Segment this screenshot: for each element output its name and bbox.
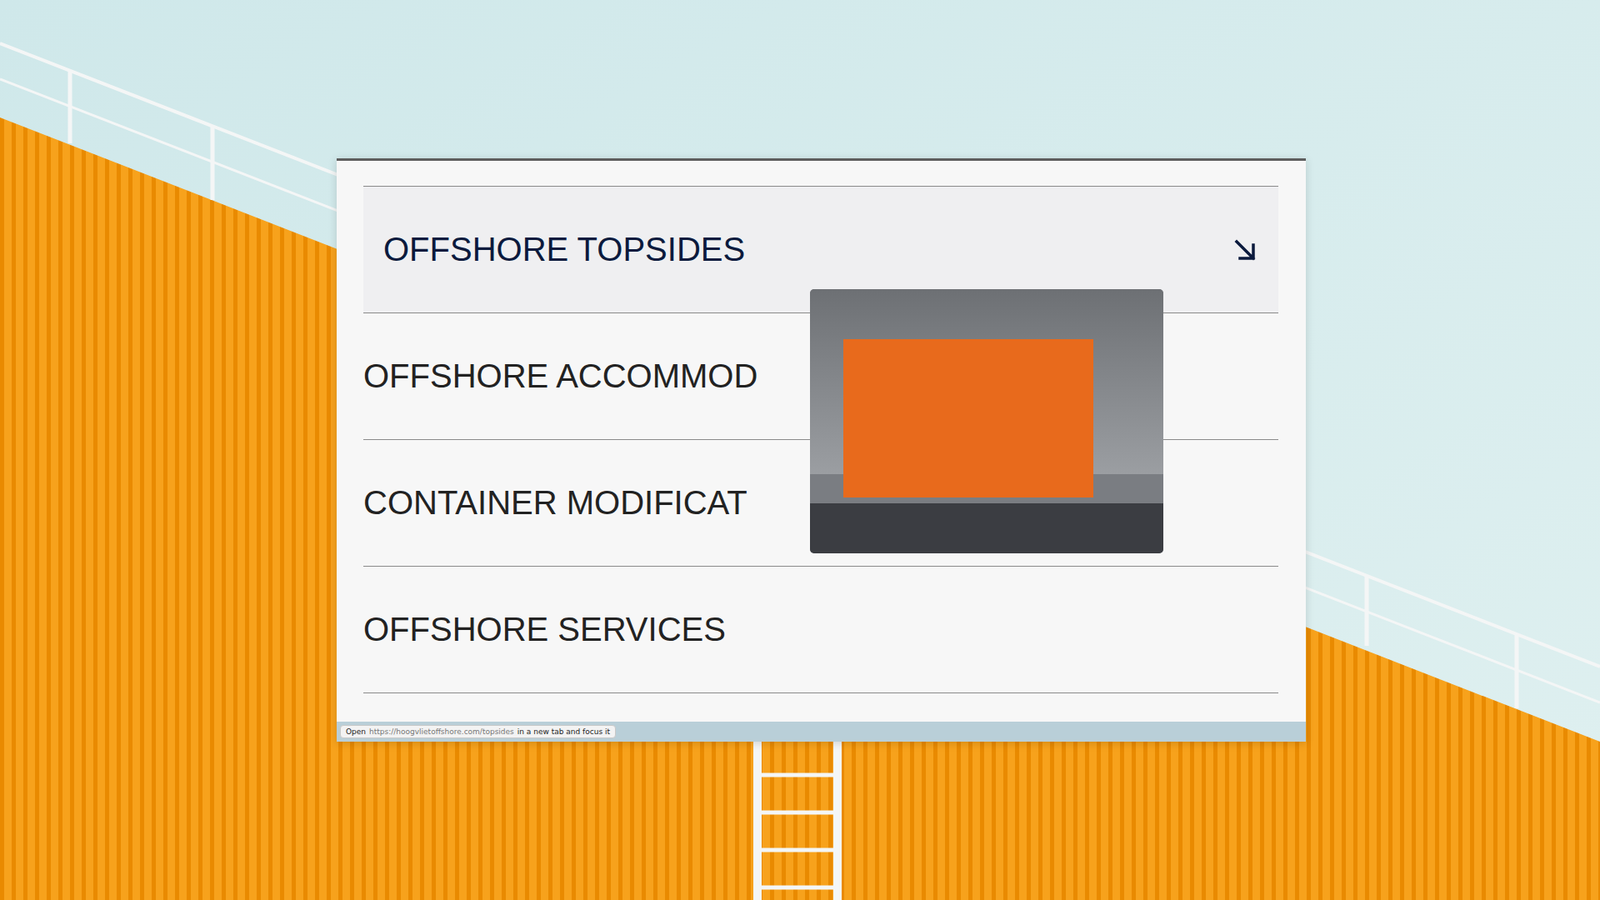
status-suffix: in a new tab and focus it — [517, 727, 610, 736]
menu-label[interactable]: OFFSHORE ACCOMMOD — [363, 357, 758, 395]
stage: OFFSHORE TOPSIDES OFFSHORE ACCOMMOD CONT… — [0, 0, 1600, 900]
status-prefix: Open — [345, 727, 366, 736]
menu-label[interactable]: CONTAINER MODIFICAT — [363, 484, 748, 522]
menu-label[interactable]: OFFSHORE TOPSIDES — [383, 230, 745, 269]
status-url: https://hoogvlietoffshore.com/topsides — [369, 727, 515, 736]
link-status-tooltip: Open https://hoogvlietoffshore.com/topsi… — [340, 725, 616, 739]
browser-panel: OFFSHORE TOPSIDES OFFSHORE ACCOMMOD CONT… — [336, 158, 1306, 742]
menu-label[interactable]: OFFSHORE SERVICES — [363, 610, 726, 649]
arrow-down-right-icon[interactable] — [1231, 236, 1259, 264]
hover-preview-photo — [810, 289, 1164, 554]
menu-row[interactable]: OFFSHORE SERVICES — [363, 565, 1279, 693]
bottom-strip: Open https://hoogvlietoffshore.com/topsi… — [336, 721, 1306, 742]
